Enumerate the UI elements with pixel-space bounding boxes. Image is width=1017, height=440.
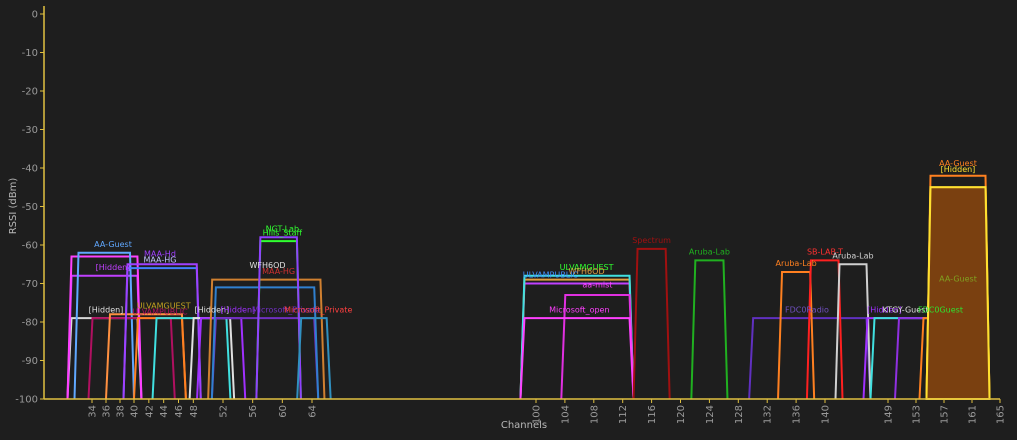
axes-group: 0 -10 -20 -30 -40 -50 -60 -70 -80 -90 -100 34 36 38 40… xyxy=(8,6,1007,431)
x-axis-title: Channels xyxy=(501,420,547,431)
y-tick-label-9: -90 xyxy=(22,356,38,367)
x-tick-label-1: 36 xyxy=(102,405,113,418)
wifi-channel-chart-panel: AA-Guest [Hidden] [Hidden] ULVAMGUEST ULVAMP… xyxy=(0,0,1017,440)
network-label-8: [Hidden] xyxy=(221,305,256,314)
y-tick-label-0: 0 xyxy=(32,10,38,21)
x-tick-label-2: 38 xyxy=(116,405,127,418)
network-label-1: [Hidden] xyxy=(96,263,131,272)
network-label-30: [Hidden] xyxy=(941,165,976,174)
network-label-10: MAA-HG xyxy=(262,267,295,276)
network-label-25: FDC0Radio xyxy=(785,305,829,314)
series-fill-35 xyxy=(925,186,991,400)
y-axis-title: RSSI (dBm) xyxy=(8,178,19,235)
x-tick-label-15: 112 xyxy=(618,405,629,424)
x-tick-label-8: 52 xyxy=(219,405,230,418)
x-tick-label-22: 140 xyxy=(821,405,832,424)
network-label-31: AA-Guest xyxy=(939,275,977,284)
y-tick-label-4: -40 xyxy=(22,164,38,175)
network-label-2: [Hidden] xyxy=(89,305,124,314)
x-tick-label-13: 104 xyxy=(560,405,571,424)
network-label-6: MAA-HG xyxy=(143,255,176,264)
series-shape-18 xyxy=(519,282,635,400)
series-shape-23 xyxy=(632,247,671,400)
x-tick-label-17: 120 xyxy=(676,405,687,424)
series-shape-22 xyxy=(519,317,635,400)
x-tick-label-9: 56 xyxy=(248,405,259,418)
series-shape-0 xyxy=(66,317,143,400)
y-tick-label-3: -30 xyxy=(22,125,38,136)
x-tick-label-3: 40 xyxy=(130,405,141,418)
network-label-22: Aruba-Lab xyxy=(776,259,817,268)
network-label-20: Spectrum xyxy=(632,236,671,245)
y-tick-label-8: -80 xyxy=(22,318,38,329)
x-tick-label-24: 153 xyxy=(912,405,923,424)
network-label-4: ULVAMPUBLIC xyxy=(132,307,188,316)
x-tick-label-0: 34 xyxy=(88,405,99,418)
x-tick-label-20: 132 xyxy=(763,405,774,424)
x-tick-label-14: 108 xyxy=(589,405,600,424)
x-tick-label-6: 46 xyxy=(174,405,185,418)
y-tick-label-1: -10 xyxy=(22,48,38,59)
y-tick-label-5: -50 xyxy=(22,202,38,213)
network-label-14: Microsoft_Private xyxy=(284,305,352,314)
x-tick-label-27: 165 xyxy=(996,405,1007,424)
y-tick-label-2: -20 xyxy=(22,87,38,98)
network-label-24: Aruba-Lab xyxy=(832,251,873,260)
network-series-group xyxy=(66,174,991,400)
x-tick-label-11: 64 xyxy=(308,405,319,418)
network-label-17: ULVAMPUBLIC xyxy=(523,271,579,280)
network-label-28: FDC0Guest xyxy=(918,305,963,314)
rssi-channel-chart: AA-Guest[Hidden][Hidden] ULVAMGUESTULVAMP… xyxy=(8,6,1007,431)
x-tick-label-5: 44 xyxy=(159,405,170,418)
network-label-21: Aruba-Lab xyxy=(689,248,730,257)
series-shape-13 xyxy=(207,278,326,400)
network-label-18: aa-mist xyxy=(582,280,612,289)
series-shape-11 xyxy=(196,317,247,400)
x-tick-label-19: 128 xyxy=(734,405,745,424)
x-tick-label-21: 136 xyxy=(792,405,803,424)
x-tick-label-26: 161 xyxy=(968,405,979,424)
network-label-0: AA-Guest xyxy=(94,240,132,249)
x-tick-label-16: 116 xyxy=(647,405,658,424)
x-tick-label-4: 42 xyxy=(144,405,155,418)
network-label-12: Hills_Staff xyxy=(263,228,303,237)
network-label-19: Microsoft_open xyxy=(549,305,609,314)
y-tick-label-7: -70 xyxy=(22,279,38,290)
series-shape-19 xyxy=(519,278,635,400)
x-tick-label-18: 124 xyxy=(705,405,716,424)
x-tick-label-7: 48 xyxy=(189,405,200,418)
x-tick-label-10: 60 xyxy=(278,405,289,418)
x-tick-label-25: 157 xyxy=(940,405,951,424)
series-shape-24 xyxy=(690,259,729,400)
y-tick-label-6: -60 xyxy=(22,241,38,252)
y-tick-label-10: -100 xyxy=(15,395,38,406)
x-tick-label-23: 149 xyxy=(884,405,895,424)
network-labels-group: AA-Guest[Hidden][Hidden] ULVAMGUESTULVAMP… xyxy=(89,159,977,316)
